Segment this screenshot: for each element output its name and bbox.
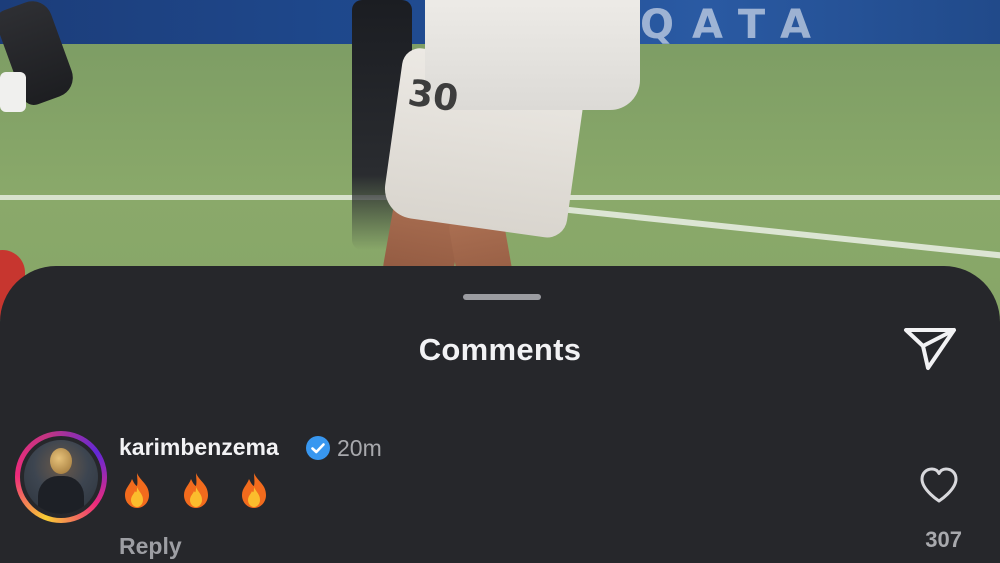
like-button[interactable] bbox=[918, 466, 960, 504]
sheet-drag-handle[interactable] bbox=[463, 294, 541, 300]
sheet-title: Comments bbox=[418, 332, 582, 367]
heart-outline-icon bbox=[920, 467, 958, 503]
comment-timestamp: 20m bbox=[337, 435, 382, 461]
fire-icon bbox=[242, 473, 267, 508]
fire-icon bbox=[125, 473, 149, 508]
comment-text: 🔥 🔥 🔥 bbox=[120, 471, 280, 509]
shorts-number: 30 bbox=[405, 72, 461, 121]
fire-icon bbox=[183, 473, 208, 508]
share-button[interactable] bbox=[902, 324, 958, 374]
avatar[interactable] bbox=[15, 431, 107, 523]
banner-text: QATA bbox=[640, 2, 829, 48]
trophy-icon bbox=[50, 448, 72, 474]
verified-badge-icon bbox=[306, 436, 330, 460]
comment-item: karimbenzema 20m Reply 307 bbox=[0, 431, 1000, 563]
send-icon bbox=[904, 328, 956, 370]
reel-screen: QATA 30 Comments karimbenzema 20m Reply … bbox=[0, 0, 1000, 563]
avatar-figure bbox=[38, 476, 84, 514]
like-count: 307 bbox=[925, 527, 962, 552]
pitch-line bbox=[549, 205, 1000, 262]
reply-button[interactable]: Reply bbox=[119, 533, 182, 560]
comment-username[interactable]: karimbenzema bbox=[119, 434, 279, 461]
comments-sheet: Comments karimbenzema 20m Reply 307 bbox=[0, 266, 1000, 563]
player-sock bbox=[0, 72, 26, 112]
avatar-photo bbox=[24, 440, 98, 514]
